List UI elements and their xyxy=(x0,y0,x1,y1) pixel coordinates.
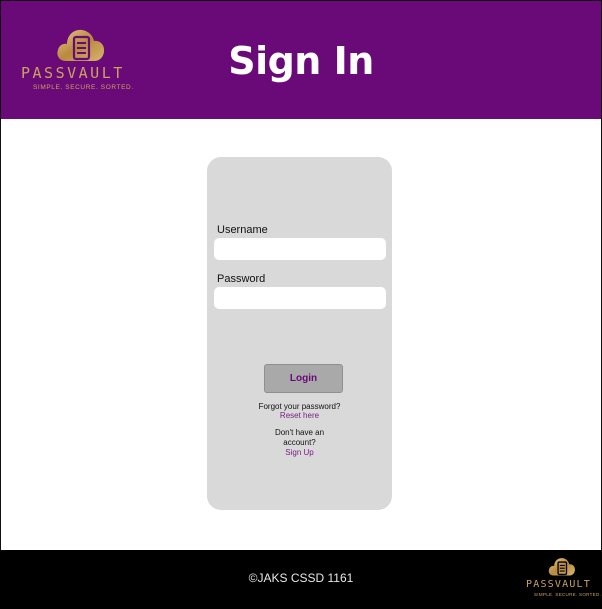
passvault-logo: PASSVAULT SIMPLE. SECURE. SORTED. xyxy=(19,23,144,95)
username-label: Username xyxy=(217,224,268,236)
logo-wordmark: PASSVAULT xyxy=(21,64,125,82)
login-button[interactable]: Login xyxy=(264,364,343,393)
no-account-text-line2: account? xyxy=(283,438,316,447)
sign-up-link[interactable]: Sign Up xyxy=(207,448,392,458)
password-label: Password xyxy=(217,273,266,285)
header-bar: PASSVAULT SIMPLE. SECURE. SORTED. Sign I… xyxy=(0,0,602,119)
footer-passvault-logo: PASSVAULT SIMPLE. SECURE. SORTED. xyxy=(524,554,602,602)
username-field[interactable] xyxy=(214,238,386,260)
copyright-text: ©JAKS CSSD 1161 xyxy=(248,571,354,585)
no-account-text-line1: Don't have an xyxy=(274,428,325,437)
cloud-server-icon xyxy=(548,558,575,576)
footer-logo-tagline: SIMPLE. SECURE. SORTED. xyxy=(534,592,602,597)
reset-password-link[interactable]: Reset here xyxy=(207,411,392,421)
page-title: Sign In xyxy=(228,39,374,83)
cloud-server-icon xyxy=(57,29,105,61)
logo-tagline: SIMPLE. SECURE. SORTED. xyxy=(33,84,134,91)
password-field[interactable] xyxy=(214,287,386,309)
footer-bar: ©JAKS CSSD 1161 PASSVAULT SIMPLE. SECURE… xyxy=(0,550,602,609)
sign-in-card: Username Password Login Forgot your pass… xyxy=(207,157,392,510)
footer-logo-wordmark: PASSVAULT xyxy=(526,579,591,590)
